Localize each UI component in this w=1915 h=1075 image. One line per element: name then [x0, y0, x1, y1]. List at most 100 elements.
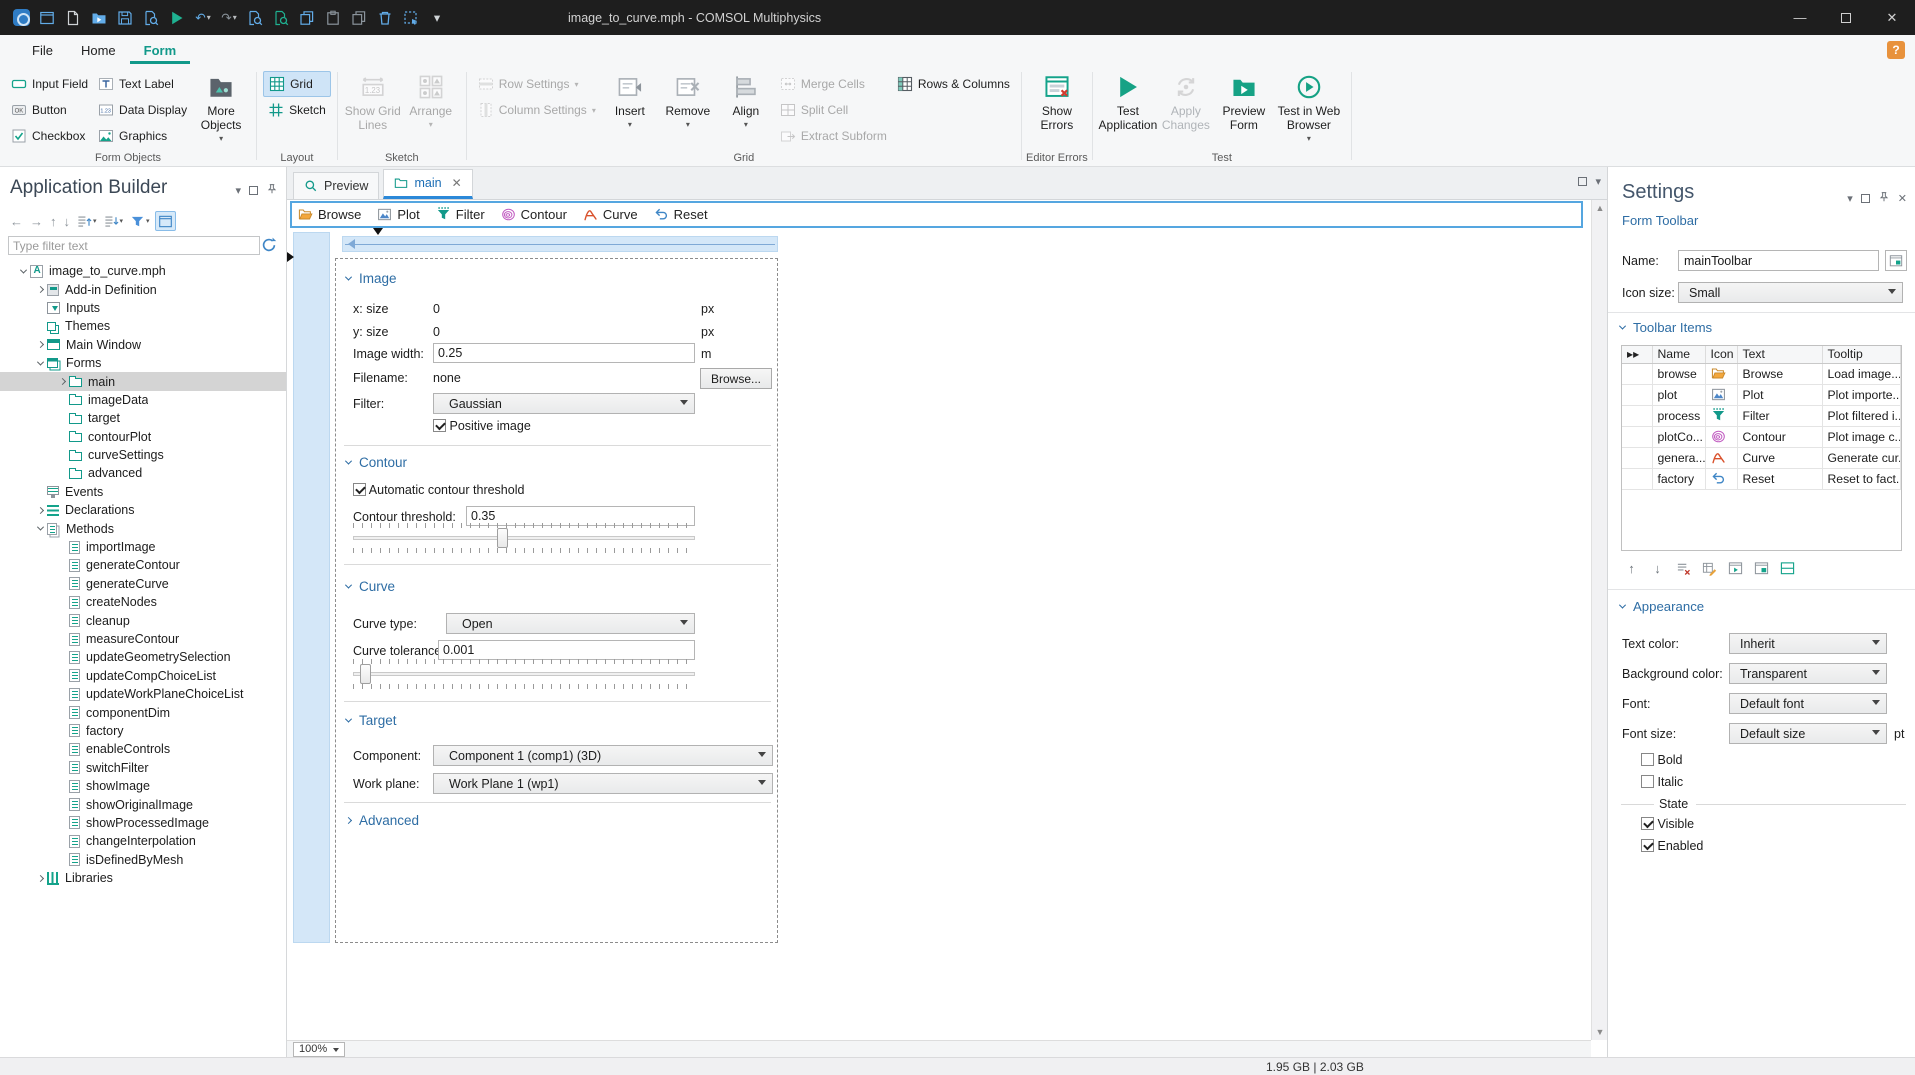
tree-item-isdefinedbymesh[interactable]: isDefinedByMesh	[0, 851, 286, 869]
column-marker[interactable]	[373, 228, 383, 240]
table-row[interactable]: factory Reset Reset to fact...	[1622, 468, 1901, 490]
save-as-icon[interactable]	[138, 5, 164, 31]
delete-icon[interactable]	[372, 5, 398, 31]
work-plane-dropdown[interactable]: Work Plane 1 (wp1)	[433, 773, 773, 794]
test-in-web-browser-button[interactable]: Test in Web Browser ▾	[1273, 71, 1345, 146]
settings-close-icon[interactable]: ✕	[1898, 192, 1907, 205]
tree-item-methods[interactable]: Methods	[0, 519, 286, 537]
tab-home[interactable]: Home	[67, 37, 130, 64]
image-width-input[interactable]	[433, 343, 695, 363]
table-row[interactable]: browse Browse Load image...	[1622, 363, 1901, 385]
tree-item-showoriginalimage[interactable]: showOriginalImage	[0, 795, 286, 813]
section-header-toolbar-items[interactable]: Toolbar Items	[1618, 320, 1712, 335]
delete-button[interactable]	[1673, 559, 1694, 578]
filter-nodes-icon[interactable]: ▾	[128, 211, 152, 231]
tree-item-root[interactable]: image_to_curve.mph	[0, 262, 286, 280]
tree-item-showprocessedimage[interactable]: showProcessedImage	[0, 814, 286, 832]
arrange-button[interactable]: Arrange ▾	[402, 71, 460, 132]
editor-maximize-icon[interactable]	[1578, 177, 1588, 186]
slider-handle[interactable]	[359, 664, 371, 684]
open-file-icon[interactable]	[86, 5, 112, 31]
model-manager-icon[interactable]	[34, 5, 60, 31]
refresh-icon[interactable]	[260, 236, 278, 254]
tree-item-main[interactable]: main	[0, 372, 286, 391]
redo-icon[interactable]: ↷ ▾	[216, 5, 242, 31]
merge-cells-button[interactable]: Merge Cells	[775, 71, 892, 97]
close-button[interactable]: ✕	[1869, 0, 1915, 35]
show-in-editor-toggle-icon[interactable]	[154, 211, 176, 231]
input-field-button[interactable]: Input Field	[6, 71, 93, 97]
zoom-level-dropdown[interactable]: 100%	[293, 1041, 346, 1057]
form-plot-button[interactable]: Plot	[377, 207, 420, 222]
text-column-header[interactable]: Text	[1737, 346, 1823, 364]
tree-item-cleanup[interactable]: cleanup	[0, 611, 286, 629]
tree-item-themes[interactable]: Themes	[0, 317, 286, 335]
tooltip-column-header[interactable]: Tooltip	[1822, 346, 1901, 364]
find-icon[interactable]	[242, 5, 268, 31]
tree-item-inputs[interactable]: Inputs	[0, 299, 286, 317]
tree-item-declarations[interactable]: Declarations	[0, 501, 286, 519]
tree-item-changeinterpolation[interactable]: changeInterpolation	[0, 832, 286, 850]
data-display-button[interactable]: Data Display	[93, 97, 192, 123]
tree-item-curvesettings[interactable]: curveSettings	[0, 446, 286, 464]
add-item-button[interactable]	[1725, 559, 1746, 578]
toolbar-options-icon[interactable]: ▾	[424, 5, 450, 31]
save-icon[interactable]	[112, 5, 138, 31]
curve-tolerance-input[interactable]	[438, 640, 695, 660]
column-settings-button[interactable]: Column Settings ▾	[473, 97, 601, 123]
preview-form-button[interactable]: Preview Form	[1215, 71, 1273, 132]
section-header-contour[interactable]: Contour	[344, 455, 407, 470]
grid-mode-button[interactable]: Grid	[263, 71, 331, 97]
show-grid-lines-button[interactable]: Show Grid Lines	[344, 71, 402, 132]
tree-item-updateworkplanechoicelist[interactable]: updateWorkPlaneChoiceList	[0, 685, 286, 703]
contour-threshold-slider[interactable]	[353, 523, 695, 553]
test-application-button[interactable]: Test Application	[1099, 71, 1157, 132]
settings-menu-icon[interactable]: ▾	[1847, 192, 1853, 205]
form-toolbar-object[interactable]: Browse Plot Filter Contour Curve Reset	[290, 201, 1583, 228]
move-up-icon[interactable]: ↑	[48, 211, 59, 231]
text-color-dropdown[interactable]: Inherit	[1729, 633, 1887, 654]
show-errors-button[interactable]: Show Errors	[1028, 71, 1086, 132]
filter-dropdown[interactable]: Gaussian	[433, 393, 695, 414]
extract-subform-button[interactable]: Extract Subform	[775, 123, 892, 149]
settings-float-icon[interactable]	[1860, 194, 1870, 203]
tree-item-enablecontrols[interactable]: enableControls	[0, 740, 286, 758]
tree-item-createnodes[interactable]: createNodes	[0, 593, 286, 611]
icon-size-dropdown[interactable]: Small	[1678, 282, 1903, 303]
table-row[interactable]: plotCo... Contour Plot image c...	[1622, 426, 1901, 448]
tree-item-factory[interactable]: factory	[0, 722, 286, 740]
grid-width-band[interactable]	[342, 236, 778, 252]
section-header-target[interactable]: Target	[344, 713, 397, 728]
collapse-all-icon[interactable]: ▾	[75, 211, 99, 231]
browse-file-button[interactable]: Browse...	[700, 368, 772, 389]
tree-item-addin-definition[interactable]: Add-in Definition	[0, 280, 286, 298]
tab-file[interactable]: File	[18, 37, 67, 64]
tree-item-switchfilter[interactable]: switchFilter	[0, 759, 286, 777]
undo-icon[interactable]: ↶ ▾	[190, 5, 216, 31]
tree-filter-input[interactable]	[8, 236, 260, 255]
toolbar-name-input[interactable]	[1678, 250, 1879, 271]
icon-column-header[interactable]: Icon	[1705, 346, 1738, 364]
positive-image-checkbox[interactable]	[433, 419, 446, 432]
close-tab-icon[interactable]: ✕	[452, 176, 462, 190]
move-down-icon[interactable]: ↓	[62, 211, 73, 231]
app-icon[interactable]	[8, 5, 34, 31]
background-color-dropdown[interactable]: Transparent	[1729, 663, 1887, 684]
form-canvas[interactable]: Image x: size 0 px y: size 0 px Image wi…	[287, 228, 1591, 1040]
form-curve-button[interactable]: Curve	[583, 207, 638, 222]
checkbox-object-button[interactable]: Checkbox	[6, 123, 93, 149]
row-marker[interactable]	[287, 252, 299, 262]
tree-item-events[interactable]: Events	[0, 483, 286, 501]
section-header-advanced[interactable]: Advanced	[344, 813, 419, 828]
panel-float-icon[interactable]	[249, 186, 258, 195]
text-label-button[interactable]: Text Label	[93, 71, 192, 97]
enabled-checkbox[interactable]	[1641, 839, 1654, 852]
toolbar-items-table[interactable]: ▸▸ Name Icon Text Tooltip browse Browse L…	[1621, 345, 1902, 551]
run-icon[interactable]	[164, 5, 190, 31]
settings-pin-icon[interactable]	[1878, 191, 1890, 206]
scroll-up-icon[interactable]: ▲	[1592, 200, 1608, 216]
rename-icon[interactable]	[1885, 250, 1907, 271]
tree-item-componentdim[interactable]: componentDim	[0, 703, 286, 721]
apply-changes-button[interactable]: Apply Changes	[1157, 71, 1215, 132]
font-dropdown[interactable]: Default font	[1729, 693, 1887, 714]
